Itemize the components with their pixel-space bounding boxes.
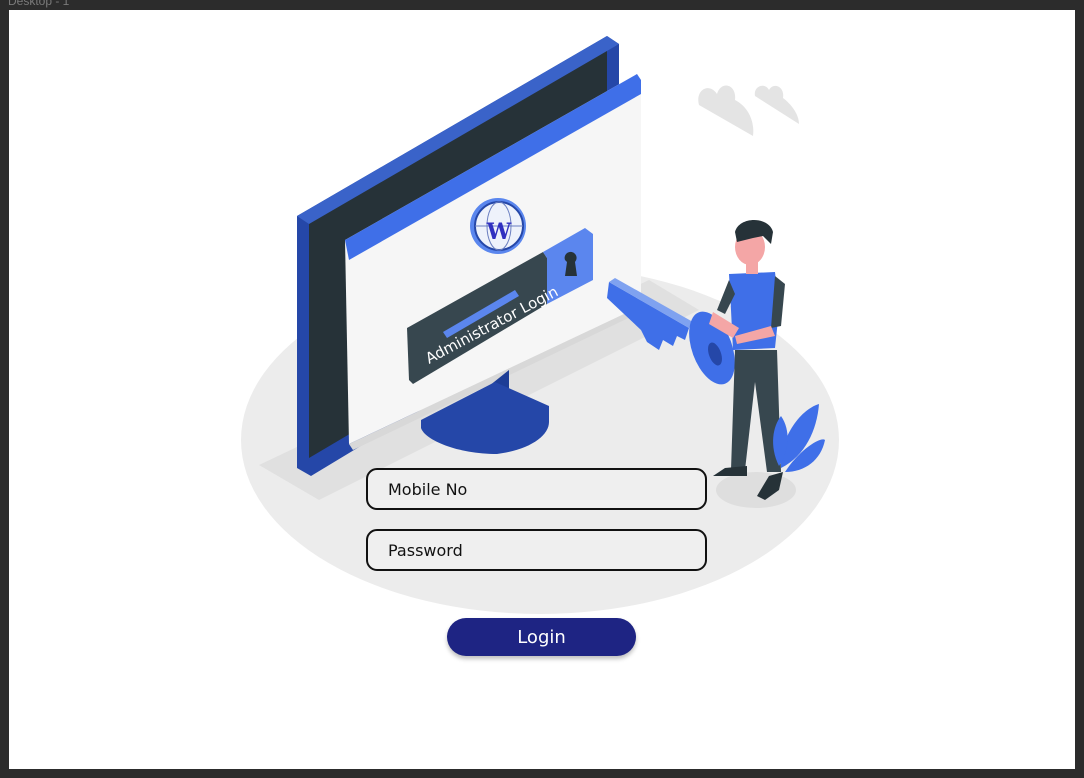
logo-text: W [486,219,512,245]
login-button[interactable]: Login [447,618,636,656]
desktop-frame: W Administrator Login Mobile No Login [9,10,1075,769]
password-field[interactable] [366,529,707,571]
mobile-input[interactable] [368,470,705,508]
logo-icon: W [470,198,526,254]
password-input[interactable] [368,531,705,569]
mobile-field[interactable] [366,468,707,510]
cloud-icon [698,85,799,136]
frame-label: Desktop - 1 [8,0,70,8]
